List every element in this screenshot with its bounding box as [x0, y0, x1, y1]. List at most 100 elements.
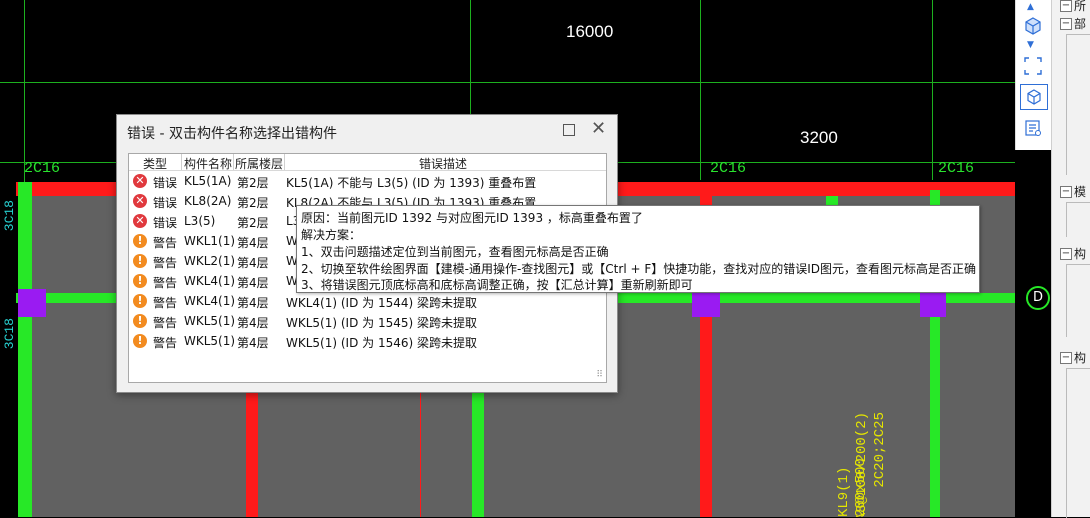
row-type: 警告: [153, 256, 178, 270]
col-name[interactable]: 构件名称: [184, 155, 232, 172]
row-desc: WKL5(1) (ID 为 1545) 梁跨未提取: [286, 316, 477, 330]
tooltip-line: 3、将错误图元顶底标高和底标高调整正确，按【汇总计算】重新刷新即可: [301, 278, 693, 292]
error-icon: ✕: [133, 194, 147, 208]
collapse-toggle[interactable]: −: [1060, 18, 1072, 30]
rebar-label: 2C16: [938, 160, 975, 177]
row-type: 错误: [153, 176, 178, 190]
box-view-icon[interactable]: [1020, 84, 1048, 110]
row-desc: WKL5(1) (ID 为 1546) 梁跨未提取: [286, 336, 477, 350]
dimension-mid: 3200: [800, 128, 838, 147]
grid-line: [0, 82, 1015, 83]
row-floor: 第2层: [237, 176, 269, 190]
beam-left: [18, 182, 32, 517]
row-floor: 第4层: [237, 316, 269, 330]
table-row[interactable]: ! 警告 WKL5(1) 第4层 WKL5(1) (ID 为 1545) 梁跨未提取: [129, 311, 606, 331]
row-floor: 第2层: [237, 216, 269, 230]
grid-line: [700, 0, 701, 180]
dialog-title: 错误 - 双击构件名称选择出错构件: [127, 126, 337, 142]
panel-section-label: 构: [1074, 351, 1087, 365]
row-floor: 第4层: [237, 276, 269, 290]
tooltip-line: 2、切换至软件绘图界面【建模-通用操作-查找图元】或【Ctrl + F】快捷功能…: [301, 262, 977, 276]
chevron-up-icon[interactable]: ▲: [1027, 2, 1034, 12]
table-row[interactable]: ! 警告 WKL5(1) 第4层 WKL5(1) (ID 为 1546) 梁跨未提取: [129, 331, 606, 351]
grid-line: [470, 0, 471, 120]
beam-annotation: 2C20;2C25: [872, 412, 888, 488]
row-desc: WKL4(1) (ID 为 1544) 梁跨未提取: [286, 296, 477, 310]
row-type: 警告: [153, 276, 178, 290]
collapse-toggle[interactable]: −: [1060, 248, 1072, 260]
row-desc: KL5(1A) 不能与 L3(5) (ID 为 1393) 重叠布置: [286, 176, 537, 190]
tooltip-line: 原因：当前图元ID 1392 与对应图元ID 1393 ，标高重叠布置了: [301, 211, 643, 225]
panel-tree-line: [1066, 202, 1090, 237]
maximize-icon[interactable]: [563, 124, 575, 136]
row-name[interactable]: KL8(2A): [184, 194, 231, 208]
side-label: 3C18: [2, 200, 17, 232]
resize-grip[interactable]: ⠿: [596, 370, 603, 380]
collapse-toggle[interactable]: −: [1060, 0, 1072, 12]
row-type: 警告: [153, 236, 178, 250]
collapse-toggle[interactable]: −: [1060, 186, 1072, 198]
row-name[interactable]: WKL5(1): [184, 314, 235, 328]
rebar-label: 2C16: [24, 160, 61, 177]
panel-section-label: 所: [1074, 0, 1087, 13]
close-icon[interactable]: ✕: [591, 118, 606, 139]
side-label: 3C18: [2, 318, 17, 350]
column: [920, 289, 946, 317]
column: [18, 289, 46, 317]
chevron-down-icon[interactable]: ▼: [1027, 40, 1034, 50]
warning-icon: !: [133, 234, 147, 248]
view-toolbar: ▲ ▼: [1015, 0, 1052, 150]
panel-section-label: 模: [1074, 185, 1087, 199]
column: [692, 289, 720, 317]
row-floor: 第4层: [237, 336, 269, 350]
warning-icon: !: [133, 314, 147, 328]
rebar-label: 2C16: [710, 160, 747, 177]
row-type: 警告: [153, 296, 178, 310]
row-type: 错误: [153, 216, 178, 230]
row-type: 错误: [153, 196, 178, 210]
row-floor: 第2层: [237, 196, 269, 210]
panel-tree-line: [1066, 368, 1090, 518]
error-tooltip: 原因：当前图元ID 1392 与对应图元ID 1393 ，标高重叠布置了 解决方…: [296, 205, 980, 293]
table-row[interactable]: ! 警告 WKL4(1) 第4层 WKL4(1) (ID 为 1544) 梁跨未提取: [129, 291, 606, 311]
beam-red-vertical: [246, 390, 258, 517]
properties-panel: − 所 − 部 − 模 − 构 − 构: [1051, 0, 1090, 518]
col-desc[interactable]: 错误描述: [419, 155, 467, 172]
grid-line: [932, 0, 933, 180]
properties-icon[interactable]: [1020, 116, 1046, 140]
fit-view-icon[interactable]: [1020, 54, 1046, 78]
row-floor: 第4层: [237, 256, 269, 270]
axis-badge[interactable]: D: [1026, 286, 1050, 310]
dimension-top: 16000: [566, 22, 614, 41]
row-name[interactable]: WKL2(1): [184, 254, 235, 268]
row-name[interactable]: WKL4(1): [184, 274, 235, 288]
row-floor: 第4层: [237, 236, 269, 250]
beam-annotation: A8@100/200(2): [854, 412, 870, 517]
row-name[interactable]: WKL1(1): [184, 234, 235, 248]
panel-section-label: 部: [1074, 17, 1087, 31]
warning-icon: !: [133, 254, 147, 268]
warning-icon: !: [133, 294, 147, 308]
col-floor[interactable]: 所属楼层: [235, 155, 283, 172]
collapse-toggle[interactable]: −: [1060, 352, 1072, 364]
row-type: 警告: [153, 316, 178, 330]
list-header: 类型 构件名称 所属楼层 错误描述: [129, 154, 606, 171]
error-icon: ✕: [133, 214, 147, 228]
row-floor: 第4层: [237, 296, 269, 310]
panel-section-label: 构: [1074, 247, 1087, 261]
panel-tree-line: [1066, 264, 1090, 337]
warning-icon: !: [133, 274, 147, 288]
row-name[interactable]: L3(5): [184, 214, 215, 228]
tooltip-line: 解决方案：: [301, 228, 362, 242]
row-type: 警告: [153, 336, 178, 350]
panel-tree-line: [1066, 34, 1090, 175]
warning-icon: !: [133, 334, 147, 348]
row-name[interactable]: WKL5(1): [184, 334, 235, 348]
error-icon: ✕: [133, 174, 147, 188]
table-row[interactable]: ✕ 错误 KL5(1A) 第2层 KL5(1A) 不能与 L3(5) (ID 为 139…: [129, 171, 606, 191]
row-name[interactable]: WKL4(1): [184, 294, 235, 308]
tooltip-line: 1、双击问题描述定位到当前图元，查看图元标高是否正确: [301, 245, 609, 259]
cube-icon[interactable]: [1020, 14, 1046, 38]
col-type[interactable]: 类型: [143, 155, 167, 172]
row-name[interactable]: KL5(1A): [184, 174, 231, 188]
